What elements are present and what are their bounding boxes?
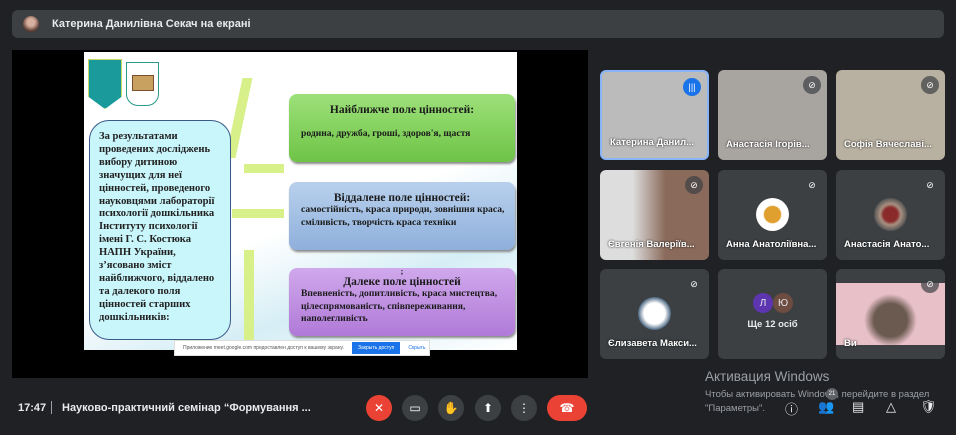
presenting-banner: Катерина Данилівна Секач на екрані — [12, 10, 944, 38]
raise-hand-icon[interactable]: ✋ — [438, 395, 464, 421]
activities-icon[interactable]: △ — [886, 399, 896, 415]
mic-off-icon: ⊘ — [685, 275, 703, 293]
arrow-shape — [244, 250, 254, 340]
mic-off-icon: ⊘ — [685, 176, 703, 194]
participant-name: Анастасія Анато... — [844, 239, 930, 250]
arrow-shape — [232, 209, 284, 218]
participant-tile[interactable]: ⊘ Єлизавета Макси... — [600, 269, 709, 359]
mic-off-icon: ⊘ — [803, 76, 821, 94]
presenter-avatar — [23, 16, 39, 32]
call-end-icon[interactable]: ☎ — [547, 395, 587, 421]
more-vert-icon[interactable]: ⋮ — [511, 395, 537, 421]
avatar: Ю — [773, 293, 793, 313]
lab-logo — [126, 62, 159, 106]
mic-off-icon[interactable]: ✕ — [366, 395, 392, 421]
participant-name: Ви — [844, 338, 857, 349]
participant-name: Катерина Данил... — [610, 137, 695, 148]
mic-off-icon: ⊘ — [921, 76, 939, 94]
windows-watermark-title: Активация Windows — [705, 369, 830, 384]
notice-text: Приложение meet.google.com предоставлен … — [183, 345, 344, 351]
participant-tile[interactable]: ⊘ Анна Анатоліївна... — [718, 170, 827, 260]
box-title: Найближче поле цінностей: — [329, 104, 475, 116]
participant-name: Анастасія Ігорів... — [726, 139, 810, 150]
presentation-stage: За результатами проведених досліджень ви… — [12, 50, 588, 378]
box-text: Впевненість, допитливість, краса мистецт… — [301, 288, 498, 324]
more-count: Ще 12 осіб — [747, 319, 798, 330]
participant-tile[interactable]: ⊘ Софія Вячеславі... — [836, 70, 945, 160]
arrow-shape — [244, 164, 284, 173]
box-text: родина, дружба, гроші, здоров'я, щастя — [301, 128, 471, 139]
far-values-box: ; Далеке поле цінностей Впевненість, доп… — [289, 268, 515, 336]
camera-icon[interactable]: ▭ — [402, 395, 428, 421]
host-controls-lock-icon[interactable]: 🛡 — [920, 399, 937, 415]
participant-name: Софія Вячеславі... — [844, 139, 932, 150]
participant-tile[interactable]: ⊘ Анастасія Анато... — [836, 170, 945, 260]
box-prefix: ; — [400, 267, 404, 276]
divider — [51, 401, 52, 414]
participant-tile[interactable]: ⊘ Євгенія Валеріїв... — [600, 170, 709, 260]
avatar — [874, 198, 907, 231]
participant-name: Анна Анатоліївна... — [726, 239, 817, 250]
box-text: самостійність, краса природи, зовнішня к… — [301, 204, 505, 228]
people-icon[interactable]: 👥 — [818, 399, 834, 415]
participant-tile[interactable]: ||| Катерина Данил... — [600, 70, 709, 160]
avatar — [638, 297, 671, 330]
chat-icon[interactable]: ▤ — [852, 399, 864, 415]
box-title: Віддалене поле цінностей: — [333, 192, 471, 204]
box-title: Далеке поле цінностей — [343, 276, 461, 288]
mic-off-icon: ⊘ — [921, 176, 939, 194]
info-icon[interactable]: ⓘ — [785, 399, 798, 418]
hide-link[interactable]: Скрыть — [408, 345, 425, 351]
stop-sharing-button[interactable]: Закрыть доступ — [351, 342, 401, 354]
avatar: Л — [753, 293, 773, 313]
participant-name: Єлизавета Макси... — [608, 338, 697, 349]
speaking-icon: ||| — [683, 78, 701, 96]
university-logo — [88, 59, 122, 109]
presenter-text: Катерина Данилівна Секач на екрані — [52, 18, 251, 30]
meeting-title: Науково-практичний семінар “Формування .… — [62, 402, 311, 414]
participant-tile[interactable]: ⊘ Анастасія Ігорів... — [718, 70, 827, 160]
nearest-values-box: Найближче поле цінностей: родина, дружба… — [289, 94, 515, 162]
mic-off-icon: ⊘ — [921, 275, 939, 293]
participant-name: Євгенія Валеріїв... — [608, 239, 695, 250]
avatar — [756, 198, 789, 231]
slide: За результатами проведених досліджень ви… — [84, 52, 517, 350]
participant-tile[interactable]: ⊘ Ви — [836, 269, 945, 359]
mic-off-icon: ⊘ — [803, 176, 821, 194]
screen-share-notice: Приложение meet.google.com предоставлен … — [174, 340, 430, 356]
clock: 17:47 — [18, 402, 47, 414]
remote-values-box: Віддалене поле цінностей: самостійність,… — [289, 182, 515, 250]
present-icon[interactable]: ⬆ — [475, 395, 501, 421]
slide-left-text: За результатами проведених досліджень ви… — [89, 120, 231, 340]
more-participants-tile[interactable]: Л Ю Ще 12 осіб — [718, 269, 827, 359]
